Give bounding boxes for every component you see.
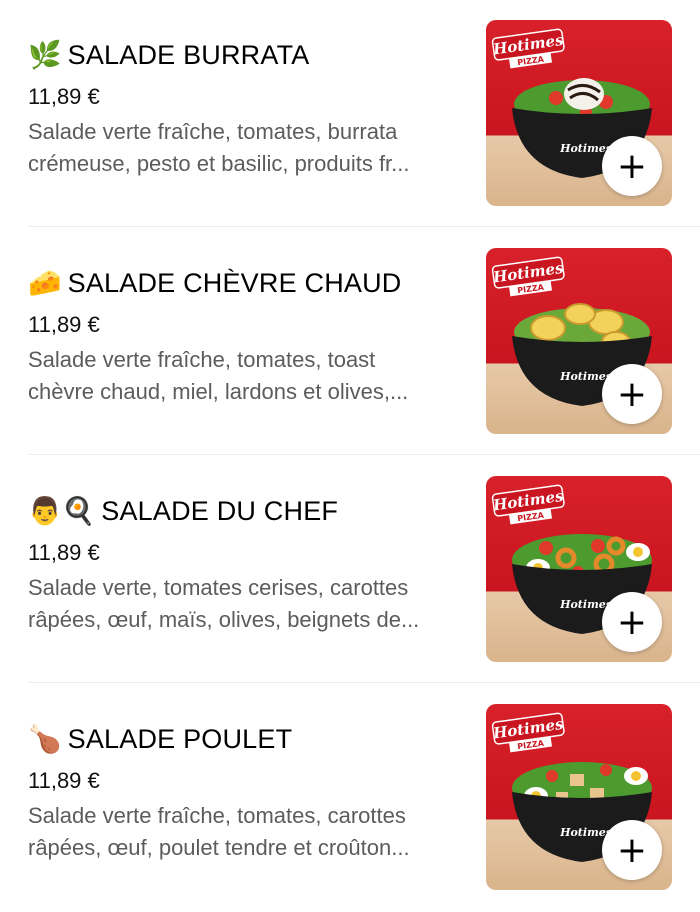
add-to-cart-button[interactable]: + (602, 592, 662, 652)
menu-item[interactable]: 🧀 SALADE CHÈVRE CHAUD 11,89 € Salade ver… (0, 228, 700, 456)
divider (28, 226, 700, 227)
add-to-cart-button[interactable]: + (602, 820, 662, 880)
menu-item-title-row: 🌿 SALADE BURRATA (28, 40, 309, 71)
add-to-cart-button[interactable]: + (602, 364, 662, 424)
menu-item[interactable]: 👨🍳 SALADE DU CHEF 11,89 € Salade verte, … (0, 456, 700, 684)
poultry-leg-emoji-icon: 🍗 (28, 724, 62, 755)
menu-item-image[interactable]: Hotimes PIZZA Hotimes + (486, 248, 672, 434)
menu-item-title: SALADE POULET (67, 724, 293, 754)
divider (28, 682, 700, 683)
cheese-emoji-icon: 🧀 (28, 268, 62, 299)
description-line: râpées, œuf, maïs, olives, beignets de..… (28, 607, 420, 632)
description-line: Salade verte fraîche, tomates, burrata (28, 119, 398, 144)
description-line: Salade verte fraîche, tomates, toast (28, 347, 376, 372)
description-line: Salade verte fraîche, tomates, carottes (28, 803, 406, 828)
menu-item-title: SALADE CHÈVRE CHAUD (67, 268, 402, 298)
menu-item-image[interactable]: Hotimes PIZZA Hotimes + (486, 704, 672, 890)
menu-item[interactable]: 🌿 SALADE BURRATA 11,89 € Salade verte fr… (0, 0, 700, 228)
menu-item-title: SALADE BURRATA (67, 40, 310, 70)
divider (28, 454, 700, 455)
description-line: râpées, œuf, poulet tendre et croûton... (28, 835, 410, 860)
menu-item-image[interactable]: Hotimes PIZZA Hotimes + (486, 20, 672, 206)
menu-item-price: 11,89 € (28, 540, 100, 565)
chef-cooking-emoji-icon: 👨🍳 (28, 496, 96, 527)
menu-item-title-row: 🧀 SALADE CHÈVRE CHAUD (28, 268, 402, 299)
menu-item-description: Salade verte, tomates cerises, carottes … (28, 572, 473, 636)
herb-emoji-icon: 🌿 (28, 40, 62, 71)
menu-item-title: SALADE DU CHEF (101, 496, 339, 526)
menu-item-description: Salade verte fraîche, tomates, burrata c… (28, 116, 473, 180)
menu-item-price: 11,89 € (28, 84, 100, 109)
menu-item-image[interactable]: Hotimes PIZZA Hotimes + (486, 476, 672, 662)
menu-item-list: 🌿 SALADE BURRATA 11,89 € Salade verte fr… (0, 0, 700, 900)
menu-item-price: 11,89 € (28, 312, 100, 337)
menu-item-description: Salade verte fraîche, tomates, carottes … (28, 800, 473, 864)
menu-item-title-row: 👨🍳 SALADE DU CHEF (28, 496, 338, 527)
description-line: chèvre chaud, miel, lardons et olives,..… (28, 379, 409, 404)
menu-item-title-row: 🍗 SALADE POULET (28, 724, 292, 755)
description-line: crémeuse, pesto et basilic, produits fr.… (28, 151, 410, 176)
menu-item[interactable]: 🍗 SALADE POULET 11,89 € Salade verte fra… (0, 684, 700, 912)
add-to-cart-button[interactable]: + (602, 136, 662, 196)
menu-item-description: Salade verte fraîche, tomates, toast chè… (28, 344, 473, 408)
description-line: Salade verte, tomates cerises, carottes (28, 575, 409, 600)
menu-item-price: 11,89 € (28, 768, 100, 793)
